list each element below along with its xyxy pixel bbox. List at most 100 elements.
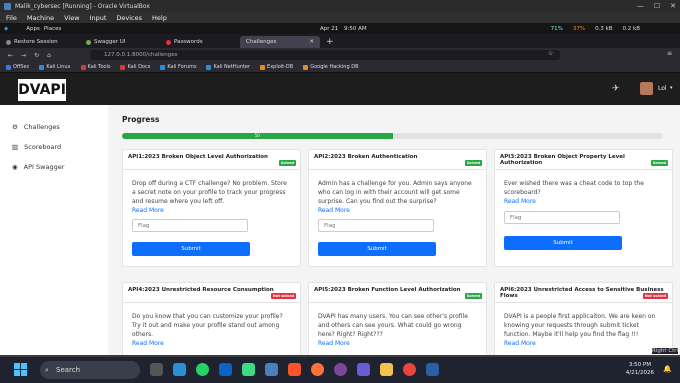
bookmark-exploit-db[interactable]: Exploit-DB [260, 64, 293, 70]
bookmark-kali-linux[interactable]: Kali Linux [39, 64, 71, 70]
taskbar-clock[interactable]: 3:50 PM 4/21/2026 [626, 361, 654, 377]
chrome-icon[interactable] [403, 363, 416, 376]
file-explorer-icon[interactable] [380, 363, 393, 376]
flag-input[interactable] [132, 219, 248, 232]
sidebar-item-label: Scoreboard [24, 143, 62, 151]
submit-button[interactable]: Submit [318, 242, 436, 256]
chevron-down-icon[interactable]: ▾ [670, 85, 673, 91]
card-header: API6:2023 Unrestricted Access to Sensiti… [495, 283, 672, 303]
back-icon[interactable]: ← [8, 52, 13, 59]
sidebar-item-challenges[interactable]: ⚙ Challenges [0, 117, 108, 137]
kali-panel: ◆ Apps Places Apr 21 9:50 AM 71% 37% 0.3… [0, 23, 680, 34]
bookmark-kali-nethunter[interactable]: Kali NetHunter [206, 64, 250, 70]
status-badge: Solved [278, 160, 296, 166]
main-content: Progress 50 API1:2023 Broken Object Leve… [108, 105, 680, 355]
forward-icon[interactable]: → [21, 52, 26, 59]
task-view-icon[interactable] [150, 363, 163, 376]
sidebar-item-api-swagger[interactable]: ◉ API Swagger [0, 157, 108, 177]
close-icon[interactable]: ✕ [670, 2, 676, 10]
home-icon[interactable]: ⌂ [47, 52, 51, 59]
taskbar-apps [150, 363, 439, 376]
menu-view[interactable]: View [64, 14, 79, 22]
bookmark-offsec[interactable]: OffSec [6, 64, 29, 70]
flag-input[interactable] [318, 219, 434, 232]
progress-title: Progress [122, 115, 160, 124]
read-more-link[interactable]: Read More [132, 206, 291, 215]
maximize-icon[interactable]: ☐ [654, 2, 660, 10]
avatar[interactable] [640, 82, 653, 95]
virtualbox-taskbar-icon[interactable] [426, 363, 439, 376]
bookmark-kali-tools[interactable]: Kali Tools [80, 64, 110, 70]
tab-passwords[interactable]: Passwords [160, 36, 240, 48]
kali-logo-icon[interactable]: ◆ [4, 26, 8, 32]
offsec-icon [6, 64, 11, 70]
card-description: Drop off during a CTF challenge? No prob… [132, 180, 287, 205]
taskbar-search[interactable]: ⌕ Search [40, 361, 140, 379]
phone-link-icon[interactable] [265, 363, 278, 376]
windows-start-icon[interactable] [14, 363, 27, 376]
nethunter-icon [206, 64, 212, 70]
minimize-icon[interactable]: — [637, 2, 644, 10]
menu-icon[interactable]: ≡ [667, 50, 672, 57]
read-more-link[interactable]: Read More [318, 339, 477, 348]
menu-devices[interactable]: Devices [116, 14, 142, 22]
bookmark-kali-docs[interactable]: Kali Docs [120, 64, 150, 70]
read-more-link[interactable]: Read More [318, 206, 477, 215]
kali-icon [39, 64, 45, 70]
gear-icon: ⚙ [12, 123, 18, 131]
bookmark-star-icon[interactable]: ☆ [548, 50, 553, 57]
bookmark-label: Kali Linux [46, 64, 71, 70]
menu-file[interactable]: File [6, 14, 17, 22]
net-down: 0.2 kB [622, 25, 640, 32]
username[interactable]: Lol [658, 85, 667, 92]
reload-icon[interactable]: ↻ [34, 52, 39, 59]
challenge-card: API2:2023 Broken Authentication Solved Ad… [308, 149, 487, 267]
tor-icon[interactable] [334, 363, 347, 376]
tab-label: Swagger UI [94, 39, 126, 45]
brave-icon[interactable] [288, 363, 301, 376]
bookmark-kali-forums[interactable]: Kali Forums [160, 64, 196, 70]
vscode-icon[interactable] [173, 363, 186, 376]
card-header: API4:2023 Unrestricted Resource Consumpt… [123, 283, 300, 303]
rocket-icon[interactable]: ✈ [612, 84, 620, 94]
tab-challenges[interactable]: Challenges ✕ [240, 36, 320, 48]
firefox-icon[interactable] [311, 363, 324, 376]
app-header: DVAPI ✈ Lol ▾ [0, 73, 680, 105]
android-studio-icon[interactable] [242, 363, 255, 376]
status-badge: Solved [464, 293, 482, 299]
menu-help[interactable]: Help [152, 14, 167, 22]
read-more-link[interactable]: Read More [504, 339, 663, 348]
sidebar-item-scoreboard[interactable]: ▥ Scoreboard [0, 137, 108, 157]
tab-swagger-ui[interactable]: Swagger UI [80, 36, 160, 48]
notification-icon[interactable]: 🔔 [663, 365, 672, 373]
apps-menu[interactable]: Apps [26, 26, 40, 32]
flag-input[interactable] [504, 211, 620, 224]
card-header: API5:2023 Broken Function Level Authoriz… [309, 283, 486, 303]
places-menu[interactable]: Places [44, 26, 62, 32]
bookmark-ghdb[interactable]: Google Hacking DB [303, 64, 359, 70]
menu-machine[interactable]: Machine [27, 14, 54, 22]
tab-restore-session[interactable]: Restore Session [0, 36, 80, 48]
submit-button[interactable]: Submit [504, 236, 622, 250]
read-more-link[interactable]: Read More [504, 197, 663, 206]
card-title: API2:2023 Broken Authentication [314, 154, 418, 160]
dvapi-logo[interactable]: DVAPI [18, 79, 66, 101]
menu-input[interactable]: Input [90, 14, 107, 22]
clock-time: 3:50 PM [628, 362, 651, 368]
card-title: API5:2023 Broken Function Level Authoriz… [314, 287, 461, 293]
panel-indicators: 71% 37% 0.3 kB 0.2 kB [551, 26, 640, 32]
mem-usage: 37% [572, 25, 586, 32]
whatsapp-icon[interactable] [196, 363, 209, 376]
outlook-icon[interactable] [219, 363, 232, 376]
card-body: DVAPI has many users. You can see other'… [309, 303, 486, 354]
clock-date: 4/21/2026 [625, 370, 654, 376]
close-tab-icon[interactable]: ✕ [309, 39, 314, 45]
chart-icon: ▥ [12, 143, 19, 151]
url-bar[interactable]: 127.0.0.1:8000/challenges [90, 50, 560, 60]
new-tab-button[interactable]: + [326, 36, 334, 48]
read-more-link[interactable]: Read More [132, 339, 291, 348]
status-badge: Not solved [270, 293, 296, 299]
submit-button[interactable]: Submit [132, 242, 250, 256]
app-icon[interactable] [357, 363, 370, 376]
panel-time: 9:50 AM [344, 25, 367, 32]
